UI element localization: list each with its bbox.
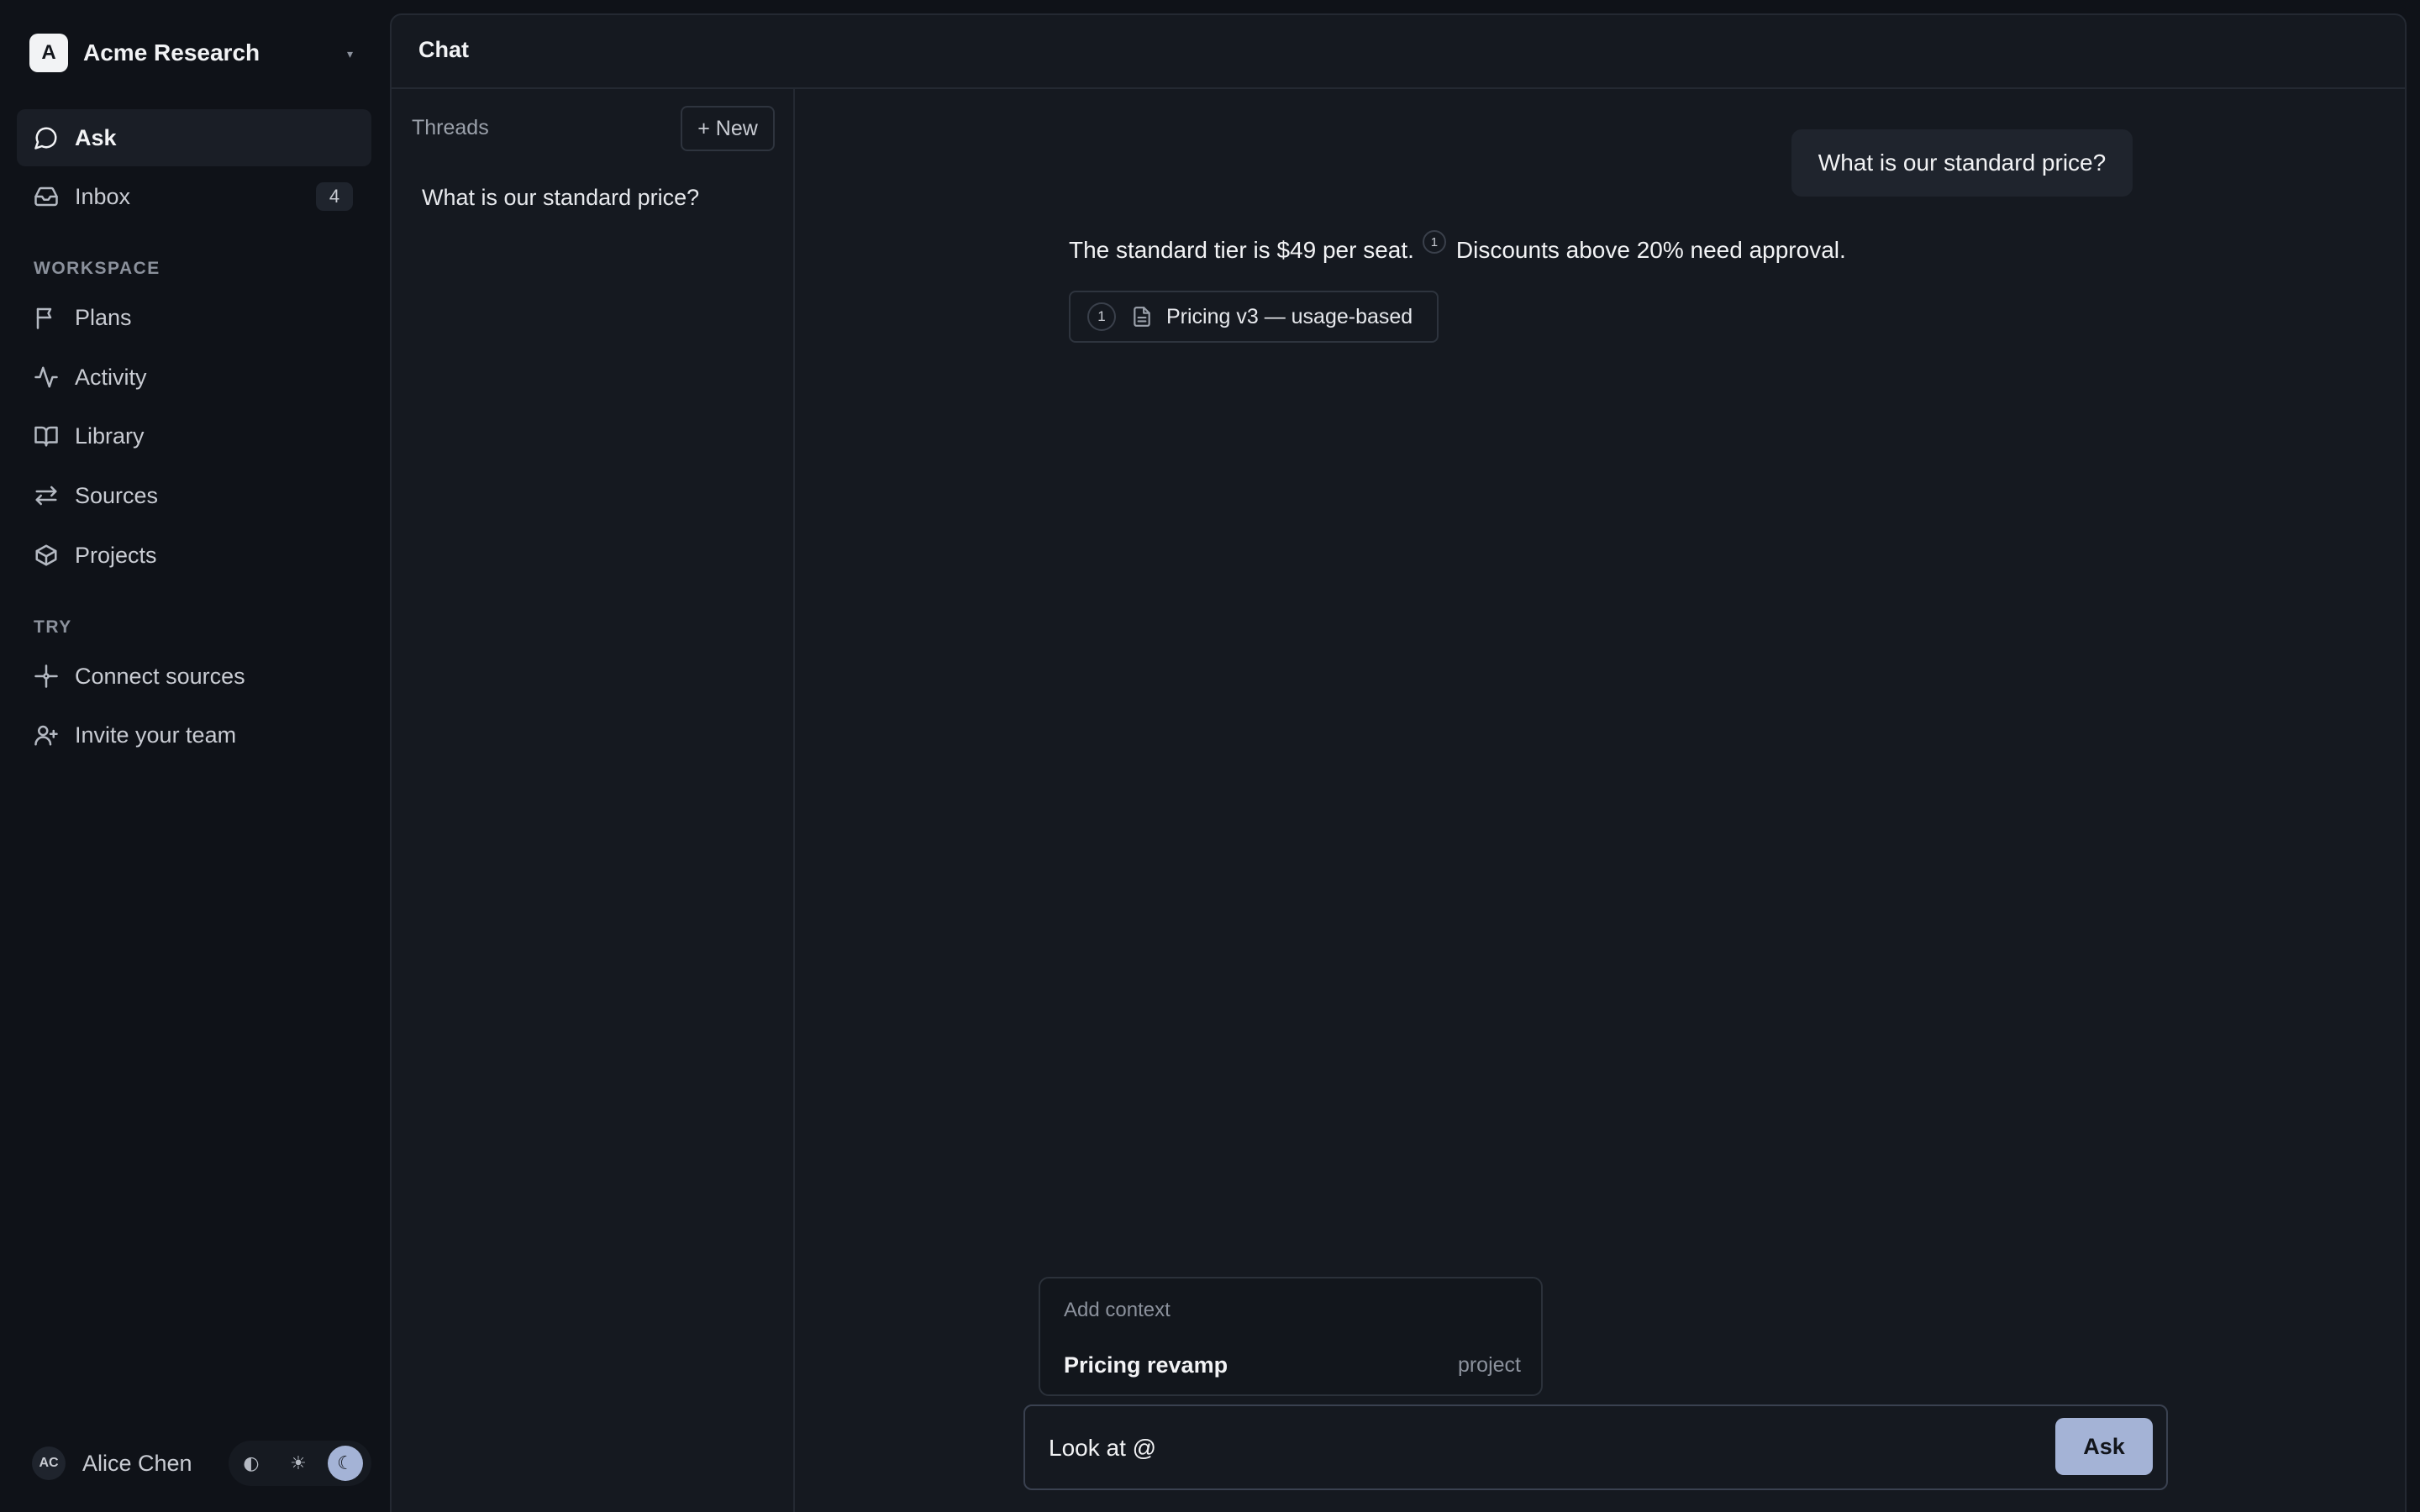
source-title: Pricing v3 — usage-based	[1166, 304, 1413, 328]
sidebar-item-connect-sources[interactable]: Connect sources	[17, 648, 371, 705]
sidebar-item-sources[interactable]: Sources	[17, 467, 371, 524]
workspace-avatar: A	[29, 34, 68, 72]
sidebar-item-label: Sources	[75, 482, 159, 508]
main-panel: Chat Threads + New What is our standard …	[390, 13, 2407, 1512]
chevron-down-icon: ▾	[346, 47, 353, 60]
sidebar-item-plans[interactable]: Plans	[17, 289, 371, 346]
sidebar-item-library[interactable]: Library	[17, 407, 371, 465]
theme-dark-icon[interactable]: ☾	[328, 1446, 363, 1481]
sidebar-item-activity[interactable]: Activity	[17, 349, 371, 406]
section-heading-try: TRY	[34, 617, 72, 637]
add-context-menu: Add context Pricing revamp project	[1039, 1277, 1543, 1396]
book-open-icon	[34, 426, 58, 447]
message-input[interactable]	[1049, 1430, 2023, 1467]
assistant-answer: The standard tier is $49 per seat. 1 Dis…	[1069, 230, 1846, 264]
user-name: Alice Chen	[82, 1450, 192, 1476]
user-message-bubble: What is our standard price?	[1791, 129, 2133, 197]
sidebar-item-label: Ask	[75, 124, 117, 150]
theme-light-icon[interactable]: ☀	[281, 1446, 316, 1481]
sidebar: A Acme Research ▾ Ask Inbox 4 WORKSPACE …	[0, 0, 388, 1512]
workspace-switcher[interactable]: A Acme Research ▾	[17, 30, 370, 76]
answer-text: Discounts above 20% need approval.	[1455, 237, 1846, 263]
sidebar-item-projects[interactable]: Projects	[17, 527, 371, 584]
message-composer: Ask	[1023, 1404, 2168, 1490]
source-number: 1	[1087, 302, 1116, 331]
sidebar-item-label: Connect sources	[75, 663, 245, 689]
new-thread-button[interactable]: + New	[681, 106, 775, 151]
context-menu-item[interactable]: Pricing revamp project	[1050, 1342, 1534, 1388]
sidebar-item-label: Plans	[75, 304, 132, 330]
activity-pulse-icon	[34, 366, 58, 388]
ask-button[interactable]: Ask	[2055, 1418, 2153, 1475]
sidebar-item-label: Invite your team	[75, 722, 237, 748]
page-title: Chat	[418, 37, 469, 62]
source-citation-chip[interactable]: 1 Pricing v3 — usage-based	[1069, 291, 1439, 343]
sidebar-item-label: Library	[75, 423, 145, 449]
thread-list-item[interactable]: What is our standard price?	[412, 176, 775, 218]
document-icon	[1134, 307, 1150, 327]
main-header: Chat	[392, 15, 2405, 89]
context-item-title: Pricing revamp	[1064, 1352, 1228, 1378]
sidebar-item-ask[interactable]: Ask	[17, 109, 371, 166]
chat-bubble-icon	[34, 127, 57, 150]
inbox-count-badge: 4	[316, 182, 353, 211]
workspace-name: Acme Research	[83, 39, 260, 66]
threads-pane: Threads + New What is our standard price…	[392, 89, 795, 1512]
sidebar-item-inbox[interactable]: Inbox 4	[17, 168, 371, 225]
user-plus-icon	[34, 725, 58, 746]
user-profile[interactable]: AC Alice Chen	[32, 1445, 192, 1482]
chat-pane: What is our standard price? The standard…	[797, 89, 2407, 1512]
sidebar-item-label: Projects	[75, 542, 157, 568]
avatar: AC	[32, 1446, 66, 1480]
arrows-left-right-icon	[35, 486, 57, 506]
context-item-kind: project	[1457, 1352, 1521, 1377]
theme-toggle: ◐ ☀ ☾	[229, 1441, 371, 1486]
inbox-icon	[34, 186, 58, 207]
answer-text: The standard tier is $49 per seat.	[1069, 237, 1414, 263]
sidebar-item-label: Activity	[75, 364, 147, 390]
flag-icon	[36, 307, 52, 329]
sparkle-icon	[34, 664, 58, 688]
box-icon	[35, 544, 57, 566]
sidebar-item-invite-team[interactable]: Invite your team	[17, 706, 371, 764]
section-heading-workspace: WORKSPACE	[34, 259, 160, 278]
threads-heading: Threads	[412, 116, 489, 139]
citation-marker[interactable]: 1	[1422, 230, 1446, 254]
context-menu-heading: Add context	[1064, 1299, 1171, 1321]
theme-auto-icon[interactable]: ◐	[234, 1446, 269, 1481]
sidebar-item-label: Inbox	[75, 183, 131, 209]
